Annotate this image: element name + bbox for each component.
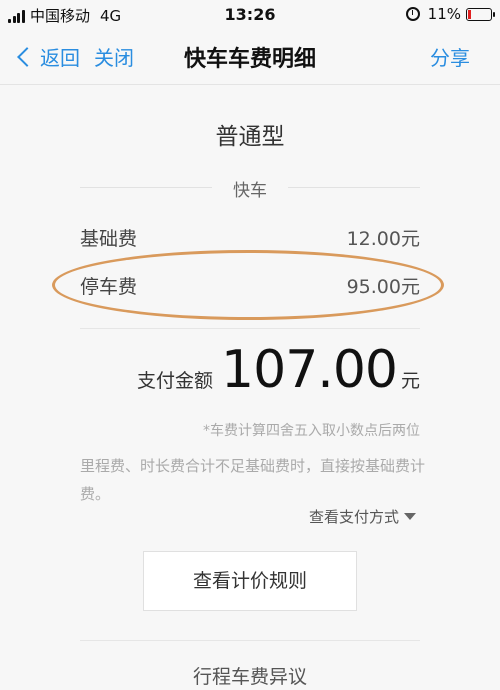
battery-percent: 11%: [427, 5, 461, 23]
total-label: 支付金额: [137, 370, 214, 392]
fee-name: 基础费: [80, 228, 138, 250]
fee-divider: [80, 328, 420, 329]
fee-description: 里程费、时长费合计不足基础费时，直接按基础费计费。: [80, 457, 426, 503]
section-divider: 快车: [80, 176, 420, 201]
fare-dispute-link[interactable]: 行程车费异议: [0, 662, 500, 689]
dispute-divider: [80, 640, 420, 641]
divider-line-right: [288, 187, 420, 188]
total-unit: 元: [400, 370, 420, 392]
rounding-note: *车费计算四舍五入取小数点后两位: [203, 423, 420, 439]
fee-row-base: 基础费 12.00元: [80, 224, 420, 252]
pricing-rules-button[interactable]: 查看计价规则: [143, 551, 357, 611]
alarm-icon: [405, 7, 420, 21]
nav-bar: 返回 关闭 快车车费明细 分享: [0, 30, 500, 85]
highlight-annotation: [52, 250, 444, 320]
total-value: 107.00: [221, 340, 398, 400]
battery-icon: [466, 7, 495, 21]
fee-value: 12.00元: [346, 228, 420, 250]
status-right: 11%: [405, 5, 495, 23]
page-title: 快车车费明细: [183, 47, 316, 72]
share-button[interactable]: 分享: [430, 42, 470, 71]
caret-down-icon: [404, 513, 416, 520]
section-label: 快车: [233, 181, 267, 201]
payment-method-link[interactable]: 查看支付方式: [309, 506, 416, 527]
payment-method-label: 查看支付方式: [308, 508, 399, 526]
car-type: 普通型: [215, 124, 285, 150]
total-amount: 支付金额 107.00 元: [137, 340, 420, 406]
status-bar: 中国移动 4G 13:26 11%: [0, 0, 500, 30]
